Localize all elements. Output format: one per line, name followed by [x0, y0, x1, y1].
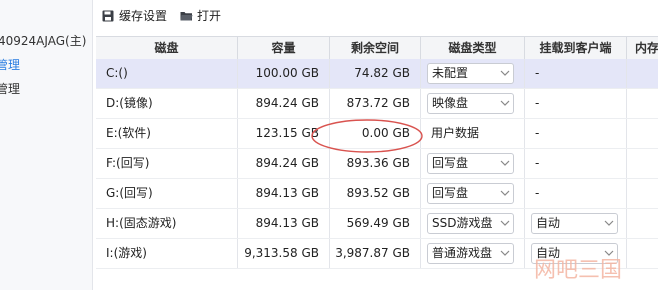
free-space-cell: 569.49 GB: [330, 209, 421, 238]
mount-cell: 自动: [525, 209, 627, 238]
free-space-cell: 873.72 GB: [330, 89, 421, 118]
column-header-free-space[interactable]: 剩余空间: [330, 37, 421, 59]
free-space-cell: 893.52 GB: [330, 179, 421, 208]
mount-dropdown[interactable]: 自动: [531, 213, 618, 234]
disk-name-cell: C:(): [96, 59, 238, 88]
watermark-text: 网吧三国: [534, 258, 622, 283]
disk-type-cell: 回写盘: [421, 149, 525, 178]
dropdown-value: 回写盘: [432, 156, 469, 170]
sidebar-item-label: 40924AJAG(主): [0, 34, 87, 48]
table-row[interactable]: C:() 100.00 GB 74.82 GB 未配置 -: [96, 59, 658, 89]
disk-type-cell: 未配置: [421, 59, 525, 88]
chevron-down-icon: [604, 220, 614, 226]
disk-type-cell: 回写盘: [421, 179, 525, 208]
floppy-disk-icon: [102, 10, 114, 22]
disk-name-cell: F:(回写): [96, 149, 238, 178]
sidebar-item-label: 管理: [0, 82, 21, 96]
mount-cell: -: [525, 119, 627, 148]
free-space-cell: 74.82 GB: [330, 59, 421, 88]
column-header-disk-type[interactable]: 磁盘类型: [421, 37, 525, 59]
table-row[interactable]: D:(镜像) 894.24 GB 873.72 GB 映像盘 -: [96, 89, 658, 119]
dropdown-value: 普通游戏盘: [432, 246, 493, 260]
disk-name-cell: E:(软件): [96, 119, 238, 148]
memory-cell: [627, 149, 658, 178]
disk-name-cell: H:(固态游戏): [96, 209, 238, 238]
mount-cell: -: [525, 59, 627, 88]
chevron-down-icon: [500, 250, 510, 256]
folder-icon: [180, 12, 193, 21]
disk-name-cell: D:(镜像): [96, 89, 238, 118]
mount-cell: -: [525, 179, 627, 208]
sidebar-item-manage[interactable]: 管理: [0, 79, 20, 99]
disk-type-dropdown[interactable]: 回写盘: [427, 183, 514, 204]
open-button[interactable]: 打开: [180, 7, 226, 25]
memory-cell: [627, 209, 658, 238]
memory-cell: [627, 59, 658, 88]
capacity-cell: 894.13 GB: [238, 209, 330, 238]
disk-type-cell: 用户数据: [421, 119, 525, 148]
mount-cell: -: [525, 149, 627, 178]
cache-settings-label: 缓存设置: [119, 9, 168, 23]
sidebar-item-manage-active[interactable]: 管理: [0, 55, 20, 75]
column-header-disk[interactable]: 磁盘: [96, 37, 238, 59]
column-header-mount[interactable]: 挂载到客户端: [525, 37, 627, 59]
table-row[interactable]: G:(回写) 894.13 GB 893.52 GB 回写盘 -: [96, 179, 658, 209]
disk-type-cell: 映像盘: [421, 89, 525, 118]
dropdown-value: 回写盘: [432, 186, 469, 200]
capacity-cell: 894.13 GB: [238, 179, 330, 208]
disk-type-dropdown[interactable]: 回写盘: [427, 153, 514, 174]
dropdown-value: 映像盘: [432, 96, 469, 110]
disk-name-cell: I:(游戏): [96, 239, 238, 268]
mount-cell: -: [525, 89, 627, 118]
capacity-cell: 894.24 GB: [238, 149, 330, 178]
dropdown-value: SSD游戏盘: [432, 216, 493, 230]
toolbar: 缓存设置 打开: [96, 0, 658, 32]
cache-settings-button[interactable]: 缓存设置: [102, 7, 172, 25]
table-row[interactable]: H:(固态游戏) 894.13 GB 569.49 GB SSD游戏盘 自动: [96, 209, 658, 239]
disk-type-dropdown[interactable]: SSD游戏盘: [427, 213, 514, 234]
chevron-down-icon: [500, 220, 510, 226]
free-space-cell: 893.36 GB: [330, 149, 421, 178]
disk-type-cell: SSD游戏盘: [421, 209, 525, 238]
disk-type-dropdown[interactable]: 映像盘: [427, 93, 514, 114]
memory-cell: [627, 119, 658, 148]
open-label: 打开: [197, 9, 222, 23]
disk-type-dropdown[interactable]: 普通游戏盘: [427, 243, 514, 264]
table-row[interactable]: E:(软件) 123.15 GB 0.00 GB 用户数据 -: [96, 119, 658, 149]
sidebar-item-server[interactable]: 40924AJAG(主): [0, 31, 86, 51]
capacity-cell: 123.15 GB: [238, 119, 330, 148]
disk-type-dropdown[interactable]: 未配置: [427, 63, 514, 84]
disk-table: 磁盘 容量 剩余空间 磁盘类型 挂载到客户端 内存 C:() 100.00 GB…: [96, 36, 658, 290]
disk-name-cell: G:(回写): [96, 179, 238, 208]
chevron-down-icon: [500, 160, 510, 166]
capacity-cell: 894.24 GB: [238, 89, 330, 118]
watermark-logo: 网吧三国: [534, 258, 622, 283]
memory-cell: [627, 89, 658, 118]
sidebar-item-label: 管理: [0, 58, 21, 72]
table-row[interactable]: F:(回写) 894.24 GB 893.36 GB 回写盘 -: [96, 149, 658, 179]
capacity-cell: 9,313.58 GB: [238, 239, 330, 268]
dropdown-value: 自动: [536, 216, 561, 230]
dropdown-value: 未配置: [432, 66, 469, 80]
chevron-down-icon: [500, 190, 510, 196]
free-space-cell: 3,987.87 GB: [330, 239, 421, 268]
free-space-cell: 0.00 GB: [330, 119, 421, 148]
column-header-memory[interactable]: 内存: [627, 37, 658, 59]
memory-cell: [627, 179, 658, 208]
table-header: 磁盘 容量 剩余空间 磁盘类型 挂载到客户端 内存: [96, 36, 658, 60]
chevron-down-icon: [500, 100, 510, 106]
capacity-cell: 100.00 GB: [238, 59, 330, 88]
sidebar: 40924AJAG(主) 管理 管理: [0, 0, 93, 290]
disk-type-cell: 普通游戏盘: [421, 239, 525, 268]
column-header-capacity[interactable]: 容量: [238, 37, 330, 59]
chevron-down-icon: [500, 70, 510, 76]
